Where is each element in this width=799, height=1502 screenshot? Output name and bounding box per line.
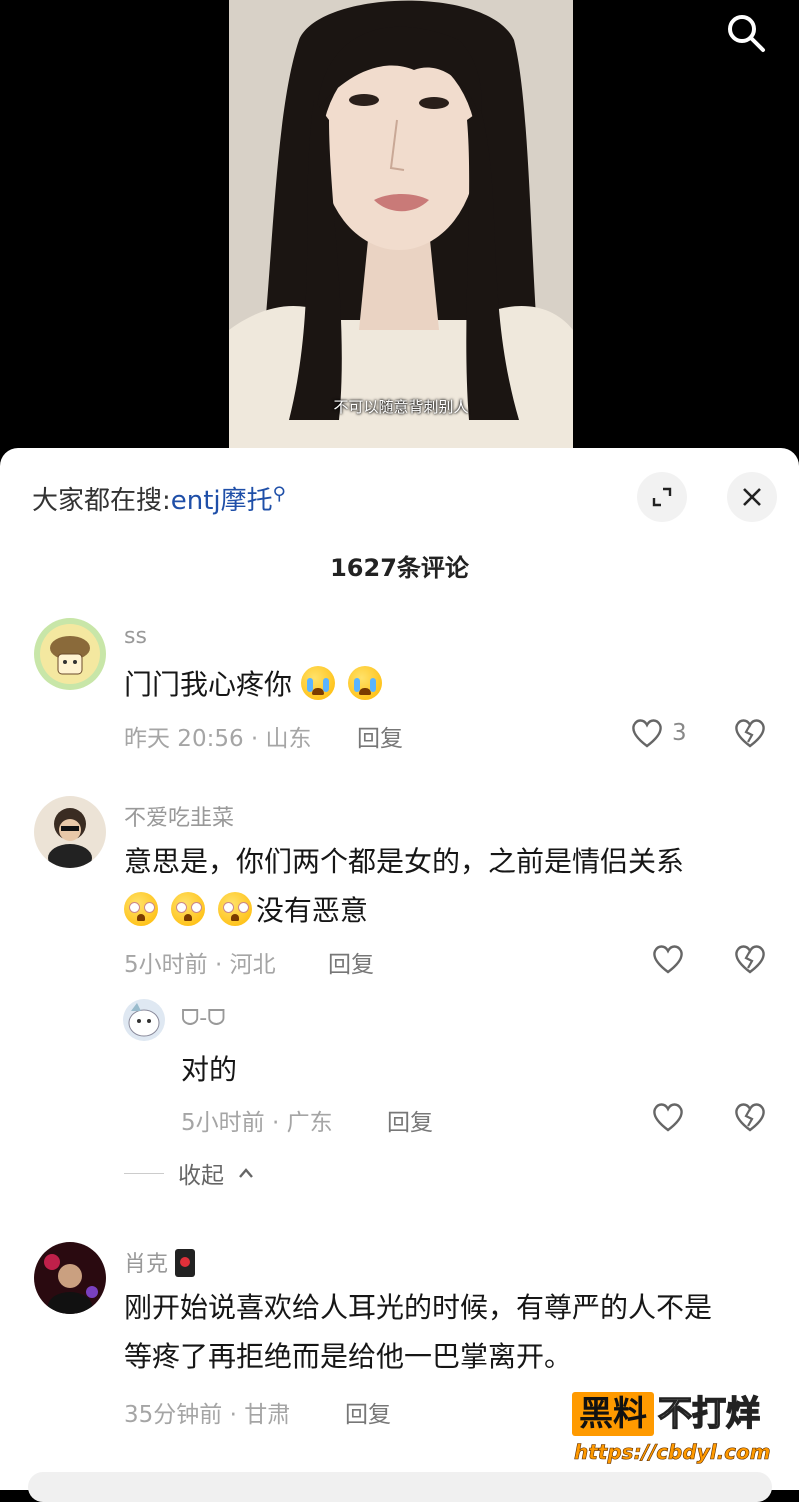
like-button[interactable] bbox=[651, 943, 685, 975]
comment-text-line-2: 没有恶意 bbox=[124, 886, 764, 935]
avatar-image bbox=[34, 1242, 106, 1314]
avatar[interactable] bbox=[34, 796, 106, 868]
watermark-url: https://cbdyl.com bbox=[574, 1440, 771, 1465]
comment-text: 刚开始说喜欢给人耳光的时候，有尊严的人不是 等疼了再拒绝而是给他一巴掌离开。 bbox=[124, 1283, 784, 1381]
comment-username-text: 肖克 bbox=[124, 1252, 169, 1277]
small-search-icon: ⚲ bbox=[272, 483, 286, 505]
heart-icon bbox=[632, 719, 662, 748]
expand-icon bbox=[652, 487, 672, 507]
broken-heart-icon bbox=[735, 945, 765, 974]
reply-username[interactable]: ᗜ-ᗜ bbox=[181, 1006, 225, 1031]
comment-text-line: 等疼了再拒绝而是给他一巴掌离开。 bbox=[124, 1340, 573, 1373]
woozy-emoji bbox=[170, 892, 205, 926]
close-button[interactable] bbox=[727, 472, 777, 522]
hot-search-keyword[interactable]: entj摩托 bbox=[171, 486, 273, 516]
crying-emoji bbox=[300, 666, 335, 700]
collapse-label: 收起 bbox=[178, 1163, 224, 1189]
avatar[interactable] bbox=[34, 618, 106, 690]
hot-search-suggestion[interactable]: 大家都在搜:entj摩托⚲ bbox=[32, 480, 286, 517]
divider-line bbox=[124, 1172, 164, 1174]
watermark-part2: 不打烊 bbox=[657, 1393, 761, 1435]
watermark-part1: 黑料 bbox=[572, 1392, 654, 1436]
broken-heart-icon bbox=[735, 1103, 765, 1132]
video-person-image bbox=[229, 0, 573, 450]
reply-text: 对的 bbox=[181, 1053, 238, 1086]
comment-sheet: 大家都在搜:entj摩托⚲ 1627条评论 ss 门门我心疼你 昨天 20:56… bbox=[0, 448, 799, 1502]
collapse-replies-button[interactable]: 收起 bbox=[124, 1156, 254, 1190]
like-count: 3 bbox=[672, 720, 687, 746]
comment-text-body: 没有恶意 bbox=[255, 894, 368, 927]
avatar-image bbox=[34, 796, 106, 868]
comment-text-line: 意思是，你们两个都是女的，之前是情侣关系 bbox=[124, 845, 685, 878]
like-button[interactable] bbox=[651, 1101, 685, 1133]
comment-text: 意思是，你们两个都是女的，之前是情侣关系 没有恶意 bbox=[124, 837, 764, 935]
comment-input-bar[interactable] bbox=[28, 1472, 772, 1502]
search-icon bbox=[728, 15, 765, 52]
watermark: 黑料 不打烊 https://cbdyl.com bbox=[572, 1390, 782, 1470]
woozy-emoji bbox=[217, 892, 252, 926]
heart-icon bbox=[653, 945, 683, 974]
search-button[interactable] bbox=[723, 10, 769, 56]
dislike-button[interactable] bbox=[733, 1101, 767, 1137]
comment-text-line: 刚开始说喜欢给人耳光的时候，有尊严的人不是 bbox=[124, 1291, 713, 1324]
comment-text: 门门我心疼你 bbox=[124, 660, 386, 709]
avatar-image bbox=[34, 618, 106, 690]
comment-username[interactable]: ss bbox=[124, 624, 147, 649]
reply-button[interactable]: 回复 bbox=[387, 1103, 433, 1137]
comment-username[interactable]: 肖克 bbox=[124, 1246, 196, 1278]
reply-button[interactable]: 回复 bbox=[328, 945, 374, 979]
crying-emoji bbox=[347, 666, 382, 700]
reply-item: ᗜ-ᗜ 对的 5小时前 · 广东 回复 bbox=[0, 993, 799, 1143]
reply-meta: 5小时前 · 广东 bbox=[181, 1110, 333, 1136]
avatar-image bbox=[123, 999, 165, 1041]
reply-button[interactable]: 回复 bbox=[345, 1395, 391, 1429]
video-player[interactable]: 不可以随意背刺别人 bbox=[0, 0, 799, 460]
comment-meta: 35分钟前 · 甘肃 bbox=[124, 1402, 291, 1428]
mahjong-card-icon bbox=[175, 1249, 196, 1277]
comment-meta: 5小时前 · 河北 bbox=[124, 952, 276, 978]
hot-search-prefix: 大家都在搜: bbox=[32, 486, 171, 516]
dislike-button[interactable] bbox=[733, 717, 767, 753]
comment-meta: 昨天 20:56 · 山东 bbox=[124, 726, 312, 752]
expand-button[interactable] bbox=[637, 472, 687, 522]
video-subtitle: 不可以随意背刺别人 bbox=[333, 398, 469, 416]
avatar[interactable] bbox=[34, 1242, 106, 1314]
comment-count: 1627条评论 bbox=[330, 554, 469, 582]
comment-text-body: 门门我心疼你 bbox=[124, 668, 293, 701]
video-frame[interactable]: 不可以随意背刺别人 bbox=[229, 0, 573, 450]
dislike-button[interactable] bbox=[733, 943, 767, 979]
reply-button[interactable]: 回复 bbox=[357, 719, 403, 753]
comment-username[interactable]: 不爱吃韭菜 bbox=[124, 800, 234, 832]
woozy-emoji bbox=[124, 892, 158, 926]
comment-item: 不爱吃韭菜 意思是，你们两个都是女的，之前是情侣关系 没有恶意 5小时前 · 河… bbox=[0, 788, 799, 988]
like-button[interactable]: 3 bbox=[630, 717, 687, 749]
comment-item: ss 门门我心疼你 昨天 20:56 · 山东 回复 3 bbox=[0, 613, 799, 763]
close-icon bbox=[743, 488, 761, 506]
heart-icon bbox=[653, 1103, 683, 1132]
chevron-up-icon bbox=[239, 1168, 253, 1178]
broken-heart-icon bbox=[735, 719, 765, 748]
avatar[interactable] bbox=[123, 999, 165, 1041]
